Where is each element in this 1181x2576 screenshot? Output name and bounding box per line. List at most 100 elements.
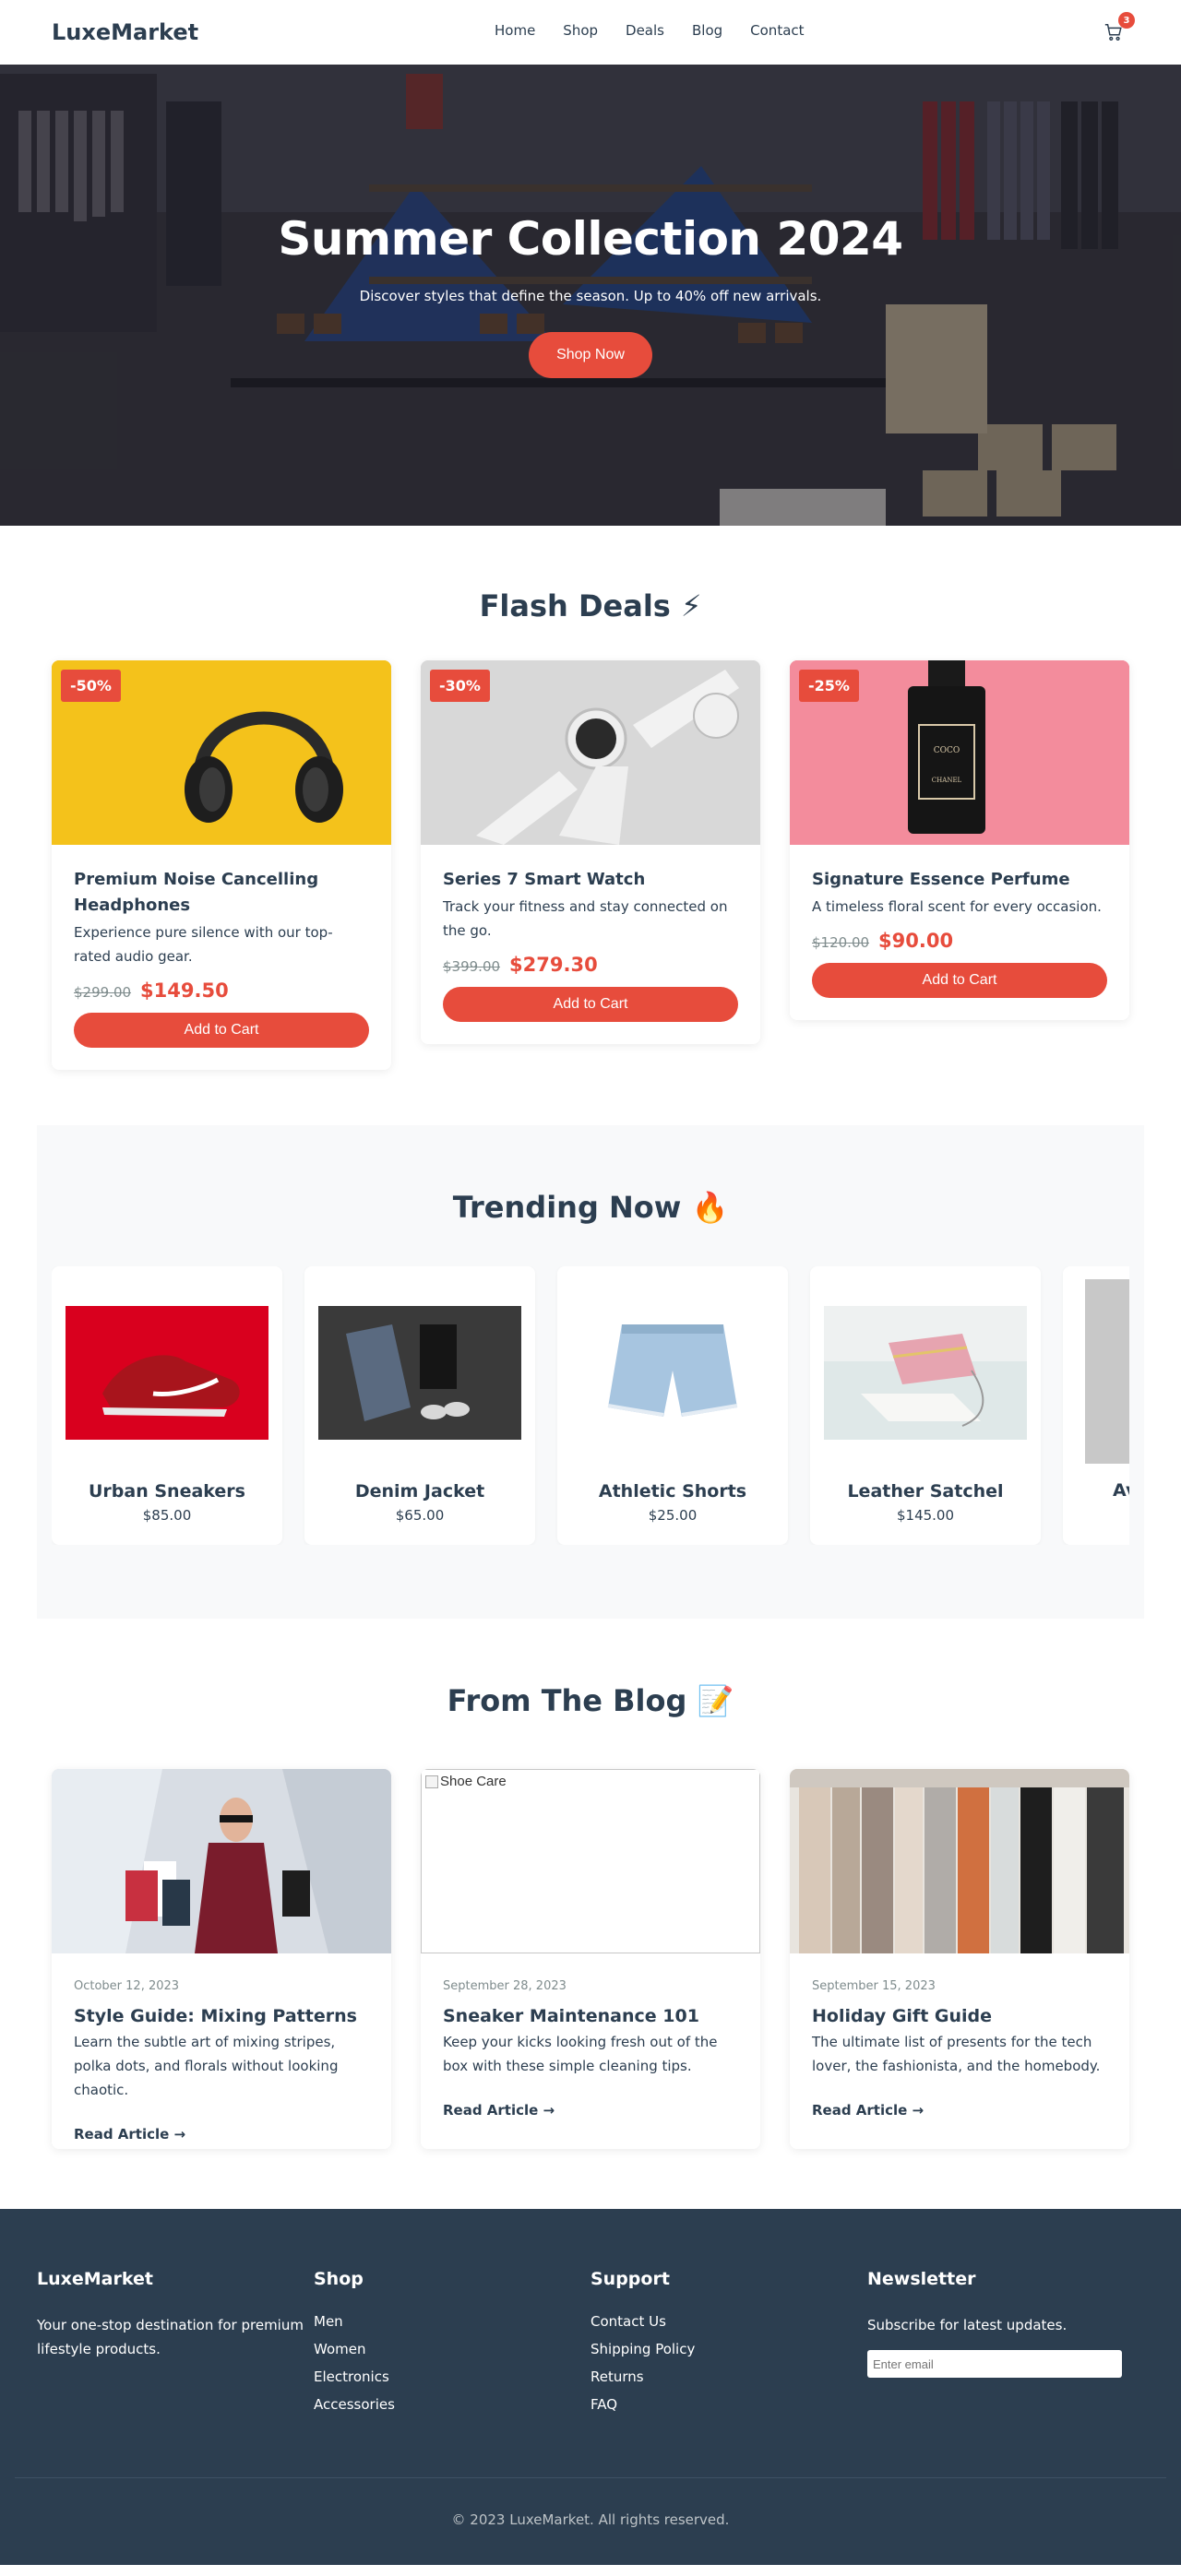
trending-card[interactable]: Denim Jacket $65.00 [304,1266,535,1545]
footer-brand-desc: Your one-stop destination for premium li… [37,2317,304,2357]
footer-link-contact[interactable]: Contact Us [590,2313,867,2330]
post-excerpt: Keep your kicks looking fresh out of the… [443,2034,718,2074]
trending-name: Denim Jacket [354,1481,485,1502]
trending-name: Athletic Shorts [598,1481,747,1502]
copyright: © 2023 LuxeMarket. All rights reserved. [15,2477,1166,2565]
add-to-cart-button[interactable]: Add to Cart [812,963,1107,998]
site-header: LuxeMarket Home Shop Deals Blog Contact … [0,0,1181,65]
price-row: $120.00 $90.00 [812,930,1107,952]
footer-link-electronics[interactable]: Electronics [314,2368,590,2385]
footer-brand-col: LuxeMarket Your one-stop destination for… [37,2269,314,2424]
flash-deals-section: Flash Deals ⚡ -50% Premium Noise Cancell… [0,526,1181,1125]
price-row: $299.00 $149.50 [74,979,369,1002]
post-title[interactable]: Sneaker Maintenance 101 [443,2006,738,2026]
nav-shop[interactable]: Shop [563,22,598,39]
sale-price: $149.50 [140,979,229,1002]
style-guide-image[interactable] [52,1769,391,1953]
deal-body: Signature Essence Perfume A timeless flo… [790,845,1129,1020]
deal-name[interactable]: Signature Essence Perfume [812,867,1107,893]
trending-carousel[interactable]: Urban Sneakers $85.00 Denim Jacket $65.0… [52,1266,1129,1545]
blog-card: September 15, 2023 Holiday Gift Guide Th… [790,1769,1129,2149]
broken-image-alt: Shoe Care [440,1774,507,1789]
footer-link-men[interactable]: Men [314,2313,590,2330]
deal-description: Experience pure silence with our top-rat… [74,924,333,965]
newsletter-email-input[interactable] [867,2350,1122,2378]
sale-price: $279.30 [509,954,598,976]
smartwatch-image[interactable]: -30% [421,660,760,845]
add-to-cart-button[interactable]: Add to Cart [74,1013,369,1048]
broken-image-placeholder: Shoe Care [421,1769,760,1953]
add-to-cart-button[interactable]: Add to Cart [443,987,738,1022]
footer-link-shipping[interactable]: Shipping Policy [590,2341,867,2357]
footer-support-title: Support [590,2269,670,2289]
trending-card[interactable]: Urban Sneakers $85.00 [52,1266,282,1545]
nav-blog[interactable]: Blog [692,22,722,39]
trending-section: Trending Now 🔥 Urban Sneakers $85.00 Den… [37,1125,1144,1619]
nav-deals[interactable]: Deals [626,22,664,39]
nav-contact[interactable]: Contact [750,22,804,39]
shoe-care-image[interactable]: Shoe Care [421,1769,760,1953]
deal-body: Series 7 Smart Watch Track your fitness … [421,845,760,1044]
trending-name: Urban Sneakers [89,1481,245,1502]
site-footer: LuxeMarket Your one-stop destination for… [0,2209,1181,2565]
trending-price: $65.00 [395,1507,445,1524]
post-title[interactable]: Style Guide: Mixing Patterns [74,2006,369,2026]
post-date: September 15, 2023 [812,1979,936,1993]
hero-subtitle: Discover styles that define the season. … [359,288,822,304]
trending-card[interactable]: Athletic Shorts $25.00 [557,1266,788,1545]
trending-price: $25.00 [648,1507,698,1524]
blog-card: October 12, 2023 Style Guide: Mixing Pat… [52,1769,391,2149]
flash-deals-grid: -50% Premium Noise Cancelling Headphones… [52,660,1129,1070]
flash-deals-title: Flash Deals ⚡ [479,588,702,623]
deal-name[interactable]: Series 7 Smart Watch [443,867,738,893]
read-article-link[interactable]: Read Article → [74,2126,185,2143]
sale-price: $90.00 [878,930,954,952]
trending-title: Trending Now 🔥 [452,1190,729,1225]
trending-name: Leather Satchel [847,1481,1004,1502]
nav-home[interactable]: Home [495,22,535,39]
hero-content: Summer Collection 2024 Discover styles t… [0,65,1181,526]
cart-button[interactable]: 3 [1103,12,1135,45]
post-date: September 28, 2023 [443,1979,567,1993]
footer-link-accessories[interactable]: Accessories [314,2396,590,2413]
footer-newsletter-col: Newsletter Subscribe for latest updates. [867,2269,1144,2424]
footer-link-faq[interactable]: FAQ [590,2396,867,2413]
hero-title: Summer Collection 2024 [278,212,903,266]
post-excerpt: Learn the subtle art of mixing stripes, … [74,2034,339,2098]
headphones-image[interactable]: -50% [52,660,391,845]
deal-description: A timeless floral scent for every occasi… [812,898,1102,915]
deal-card: -50% Premium Noise Cancelling Headphones… [52,660,391,1070]
discount-badge: -30% [430,670,490,702]
perfume-image[interactable]: COCO CHANEL -25% [790,660,1129,845]
footer-newsletter-desc: Subscribe for latest updates. [867,2317,1068,2333]
blog-body: October 12, 2023 Style Guide: Mixing Pat… [52,1953,391,2149]
deal-card: -30% Series 7 Smart Watch Track your fit… [421,660,760,1044]
hero-banner: Summer Collection 2024 Discover styles t… [0,65,1181,526]
denim-jacket-image [318,1280,521,1465]
logo[interactable]: LuxeMarket [52,19,198,45]
deal-description: Track your fitness and stay connected on… [443,898,728,939]
footer-link-returns[interactable]: Returns [590,2368,867,2385]
trending-card[interactable]: Av [1063,1266,1129,1545]
old-price: $399.00 [443,958,501,975]
deal-card: COCO CHANEL -25% Signature Essence Perfu… [790,660,1129,1020]
trending-price: $85.00 [142,1507,192,1524]
footer-brand: LuxeMarket [37,2269,153,2289]
blog-grid: October 12, 2023 Style Guide: Mixing Pat… [52,1769,1129,2149]
sneakers-image [66,1280,268,1465]
footer-support-col: Support Contact Us Shipping Policy Retur… [590,2269,867,2424]
discount-badge: -50% [61,670,121,702]
footer-link-women[interactable]: Women [314,2341,590,2357]
post-title[interactable]: Holiday Gift Guide [812,2006,1107,2026]
read-article-link[interactable]: Read Article → [812,2102,924,2119]
deal-name[interactable]: Premium Noise Cancelling Headphones [74,867,369,919]
cart-count-badge: 3 [1118,12,1135,29]
trending-name: Av [1113,1480,1129,1501]
trending-card[interactable]: Leather Satchel $145.00 [810,1266,1041,1545]
shop-now-button[interactable]: Shop Now [529,332,652,378]
read-article-link[interactable]: Read Article → [443,2102,555,2119]
satchel-image [824,1280,1027,1465]
blog-section: From The Blog 📝 October 12, 2023 Style G… [0,1619,1181,2209]
footer-columns: LuxeMarket Your one-stop destination for… [37,2269,1144,2424]
gift-guide-image[interactable] [790,1769,1129,1953]
